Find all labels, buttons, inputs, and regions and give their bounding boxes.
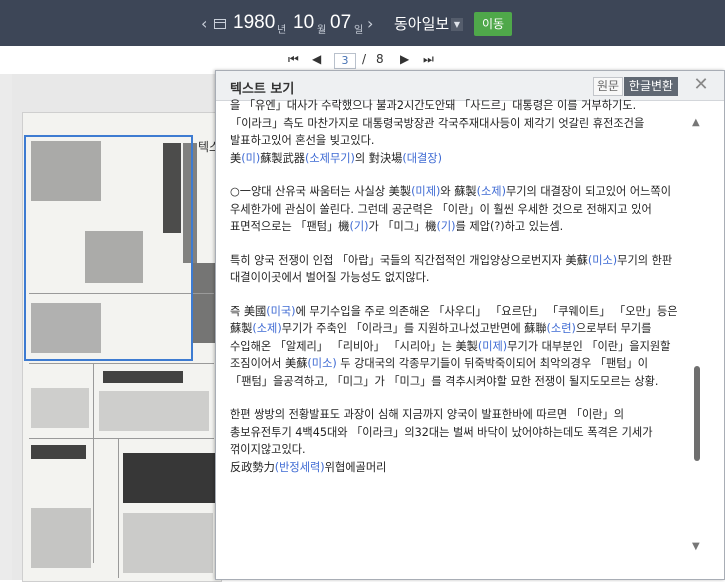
scroll-up-icon[interactable]: ▲ (692, 117, 700, 128)
article-paragraph: 특히 양국 전쟁이 인접 「아랍」국들의 직간접적인 개입양상으로번지자 美蘇(… (230, 252, 682, 287)
hangul-reading: (소제) (252, 322, 282, 335)
hangul-reading: (미제) (411, 185, 441, 198)
next-date-arrow-icon[interactable]: › (367, 14, 373, 33)
page-separator: / (362, 52, 367, 66)
year-unit: 년 (277, 25, 287, 36)
last-page-icon[interactable]: ⏭ (423, 52, 434, 67)
hangul-reading: (미소) (587, 253, 618, 267)
hangul-reading: (미) (241, 151, 261, 165)
paragraph-text: ○一양대 산유국 싸움터는 사실상 美製 (230, 185, 412, 198)
prev-date-arrow-icon[interactable]: ‹ (201, 14, 207, 33)
close-icon[interactable]: ✕ (691, 75, 711, 95)
hangul-reading: (기) (349, 220, 369, 233)
paragraph-text: 위협에골머리 (324, 460, 387, 474)
selected-article-highlight[interactable] (24, 135, 193, 361)
hangul-reading: (대결장) (402, 151, 442, 165)
newspaper-select[interactable]: 동아일보 (394, 13, 449, 35)
hangul-reading: (미제) (477, 339, 508, 353)
hangul-convert-tab[interactable]: 한글변환 (624, 77, 678, 96)
paragraph-text: 무기가 주축인 「이라크」를 지원하고나섰고반면에 蘇聯 (281, 322, 547, 335)
panel-title: 텍스트 보기 (230, 82, 295, 97)
hangul-reading: (소제) (476, 185, 506, 198)
hangul-reading: (소제무기) (305, 151, 355, 165)
paragraph-text: 즉 美國 (230, 304, 267, 318)
paragraph-text: 특히 양국 전쟁이 인접 「아랍」국들의 직간접적인 개입양상으로번지자 美蘇 (230, 253, 588, 267)
calendar-icon[interactable] (214, 19, 226, 29)
paragraph-text: 蘇製武器 (260, 151, 305, 165)
year-value[interactable]: 1980 (233, 12, 275, 34)
hangul-reading: (미국) (266, 304, 296, 318)
hangul-reading: (미소) (307, 357, 337, 370)
scrollbar-thumb[interactable] (694, 366, 700, 461)
hangul-reading: (기) (436, 220, 456, 233)
paragraph-text: 를 제압(?)하고 있는셈. (455, 220, 564, 233)
prev-page-icon[interactable]: ◀ (312, 52, 321, 66)
article-text-body: 을 「유엔」대사가 수락했으나 불과2시간도안돼 「사드르」대통령은 이를 거부… (230, 97, 682, 563)
go-button[interactable]: 이동 (474, 12, 512, 36)
viewer-left-margin (0, 74, 12, 580)
paragraph-text: 의 對決場 (354, 151, 403, 165)
paragraph-text: 와 蘇製 (440, 185, 477, 198)
article-paragraph: 을 「유엔」대사가 수락했으나 불과2시간도안돼 「사드르」대통령은 이를 거부… (230, 97, 682, 167)
first-page-icon[interactable]: ⏮ (288, 52, 299, 67)
article-paragraph: 한편 쌍방의 전황발표도 과장이 심해 지금까지 양국이 발표한바에 따르면 「… (230, 406, 682, 476)
text-view-panel: 텍스트 보기 원문 한글변환 ✕ 을 「유엔」대사가 수락했으나 불과2시간도안… (215, 70, 725, 580)
original-text-tab[interactable]: 원문 (593, 77, 623, 96)
hangul-reading: (반정세력) (274, 460, 325, 474)
current-page-input[interactable]: 3 (334, 53, 356, 69)
month-value[interactable]: 10 (293, 12, 314, 34)
scroll-down-icon[interactable]: ▼ (692, 541, 700, 552)
paragraph-text: 가 「미그」機 (368, 220, 437, 233)
dropdown-caret-icon[interactable]: ▼ (451, 18, 463, 31)
month-unit: 월 (317, 25, 327, 36)
scrollbar[interactable]: ▲ ▼ (686, 111, 708, 573)
day-unit: 일 (354, 25, 364, 36)
total-pages: 8 (376, 52, 384, 66)
article-paragraph: 즉 美國(미국)에 무기수입을 주로 의존해온 「사우디」 「요르단」 「쿠웨이… (230, 303, 682, 391)
article-paragraph: ○一양대 산유국 싸움터는 사실상 美製(미제)와 蘇製(소제)무기의 대결장이… (230, 183, 682, 236)
date-navigation-bar: ‹ 1980 년 10 월 07 일 › 동아일보 ▼ 이동 (0, 0, 725, 46)
hangul-reading: (소련) (546, 322, 576, 335)
next-page-icon[interactable]: ▶ (400, 52, 409, 66)
day-value[interactable]: 07 (330, 12, 351, 34)
